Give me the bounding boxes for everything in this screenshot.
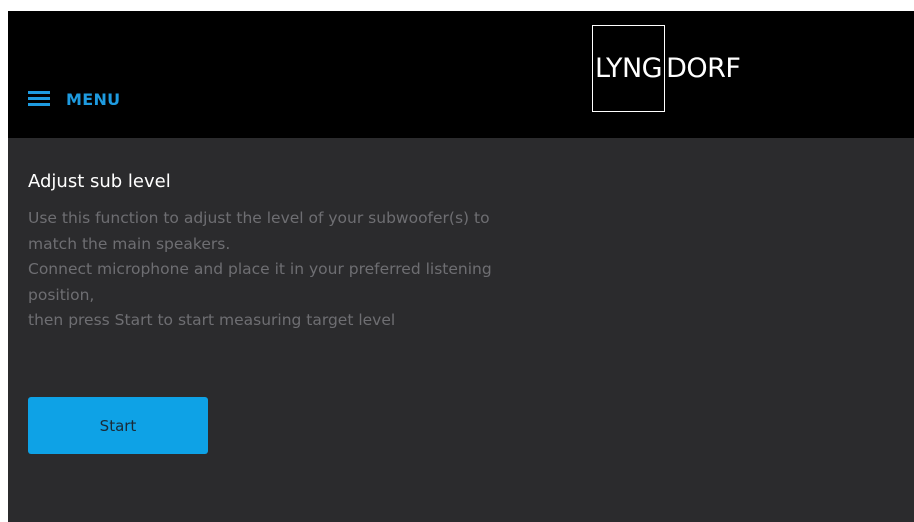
description-line: Connect microphone and place it in your …: [28, 260, 492, 278]
header-bar: MENU LYNG DORF: [8, 11, 914, 138]
description-line: match the main speakers.: [28, 234, 231, 253]
app-frame: MENU LYNG DORF Adjust sub level Use this…: [8, 11, 914, 522]
hamburger-icon[interactable]: [28, 91, 50, 107]
main-content: Adjust sub level Use this function to ad…: [28, 171, 668, 334]
lyngdorf-logo: LYNG DORF: [592, 25, 741, 112]
start-button[interactable]: Start: [28, 397, 208, 454]
description-line: then press Start to start measuring targ…: [28, 311, 396, 329]
logo-boxed-text: LYNG: [592, 25, 666, 112]
logo-rest-text: DORF: [666, 53, 741, 84]
menu-button[interactable]: MENU: [28, 87, 120, 111]
menu-label[interactable]: MENU: [66, 90, 120, 109]
page-title: Adjust sub level: [28, 171, 171, 192]
description-line: Use this function to adjust the level of…: [28, 209, 490, 227]
description-line: position,: [28, 285, 95, 304]
description: Use this function to adjust the level of…: [28, 206, 668, 334]
